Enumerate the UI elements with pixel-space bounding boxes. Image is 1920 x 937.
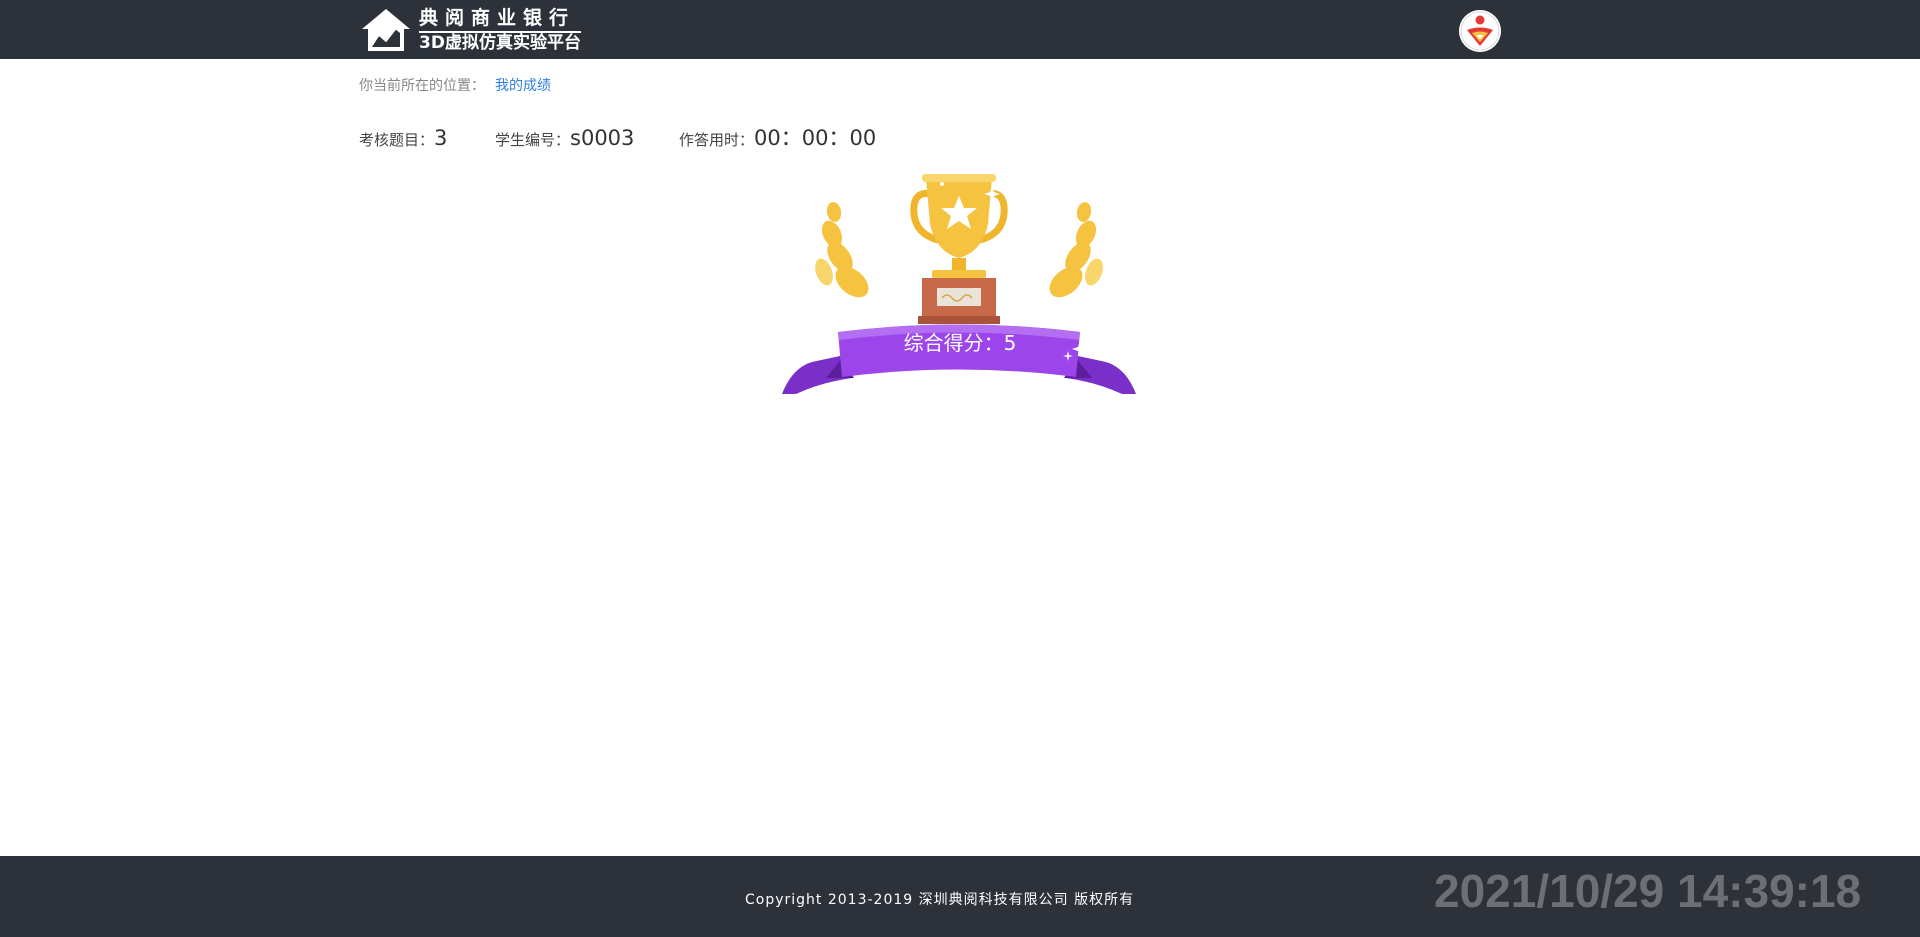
answer-time: 作答用时： 00：00：00 — [679, 122, 876, 152]
copyright-text: Copyright 2013-2019 深圳典阅科技有限公司 版权所有 — [745, 892, 1135, 908]
datetime-clock: 2021/10/29 14:39:18 — [1434, 865, 1862, 917]
total-score: 综合得分：5 — [903, 331, 1017, 355]
house-chart-icon — [362, 9, 410, 51]
breadcrumb-prefix: 你当前所在的位置： — [359, 78, 485, 94]
user-avatar-icon — [1459, 10, 1501, 52]
student-id-label: 学生编号： — [495, 131, 571, 149]
exam-topic-value: 3 — [434, 126, 448, 150]
exam-info-row: 考核题目： 3 学生编号： s0003 作答用时： 00：00：00 — [359, 122, 876, 152]
student-id: 学生编号： s0003 — [495, 126, 679, 150]
breadcrumb-current-link[interactable]: 我的成绩 — [495, 78, 551, 94]
top-header: 典阅商业银行 3D虚拟仿真实验平台 — [0, 0, 1920, 59]
brand-name: 典阅商业银行 3D虚拟仿真实验平台 — [419, 6, 581, 53]
platform-name: 3D虚拟仿真实验平台 — [419, 30, 581, 53]
exam-topic-label: 考核题目： — [359, 131, 435, 149]
answer-time-value: 00：00：00 — [754, 126, 877, 150]
trophy-icon — [782, 174, 1136, 394]
brand-logo[interactable]: 典阅商业银行 3D虚拟仿真实验平台 — [359, 6, 609, 54]
exam-topic: 考核题目： 3 — [359, 126, 495, 150]
user-avatar[interactable] — [1459, 10, 1501, 52]
answer-time-label: 作答用时： — [679, 131, 755, 149]
bank-name: 典阅商业银行 — [419, 6, 576, 29]
student-id-value: s0003 — [570, 126, 635, 150]
breadcrumb: 你当前所在的位置： 我的成绩 — [359, 75, 551, 95]
